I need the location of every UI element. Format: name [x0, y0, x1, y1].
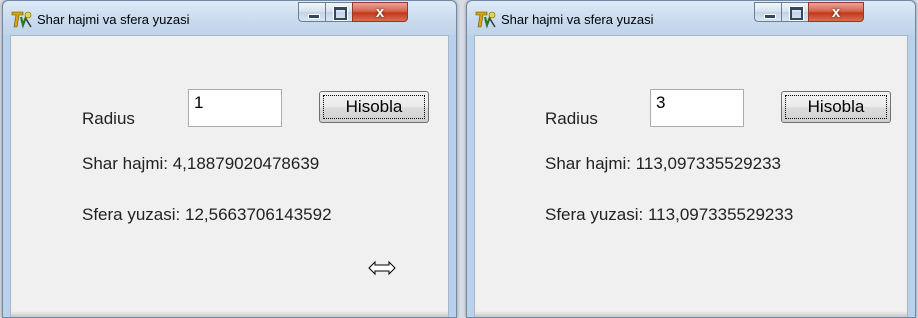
client-area: Radius 1 Hisobla Shar hajmi: 4,188790204…	[10, 35, 449, 317]
window-controls: x	[298, 2, 408, 24]
calculate-button-label: Hisobla	[323, 95, 425, 119]
calculate-button[interactable]: Hisobla	[781, 91, 891, 123]
minimize-icon	[308, 14, 320, 19]
minimize-icon	[764, 14, 776, 19]
radius-label: Radius	[545, 109, 598, 128]
app-icon	[11, 11, 32, 29]
close-icon: x	[375, 4, 385, 21]
minimize-button[interactable]	[754, 2, 782, 22]
radius-input[interactable]: 1	[188, 89, 282, 127]
maximize-icon	[790, 7, 803, 20]
minimize-button[interactable]	[298, 2, 326, 22]
radius-input[interactable]: 3	[650, 89, 744, 127]
window-title: Shar hajmi va sfera yuzasi	[37, 12, 190, 27]
resize-horizontal-icon	[368, 260, 396, 276]
calculator-window-1: Shar hajmi va sfera yuzasi x Radius 1 Hi…	[2, 0, 457, 318]
calculate-button[interactable]: Hisobla	[319, 91, 429, 123]
calculator-window-2: Shar hajmi va sfera yuzasi x Radius 3 Hi…	[466, 0, 916, 318]
window-title: Shar hajmi va sfera yuzasi	[501, 12, 654, 27]
title-bar[interactable]: Shar hajmi va sfera yuzasi x	[467, 1, 915, 35]
volume-result: Shar hajmi: 4,18879020478639	[82, 154, 320, 173]
close-button[interactable]: x	[352, 2, 408, 22]
close-icon: x	[831, 4, 841, 21]
window-bottom-edge	[475, 311, 907, 317]
area-result: Sfera yuzasi: 12,5663706143592	[82, 205, 332, 224]
client-area: Radius 3 Hisobla Shar hajmi: 113,0973355…	[474, 35, 908, 317]
app-icon	[475, 11, 496, 29]
radius-label: Radius	[82, 109, 135, 128]
maximize-icon	[334, 7, 347, 20]
title-bar[interactable]: Shar hajmi va sfera yuzasi x	[3, 1, 456, 35]
close-button[interactable]: x	[808, 2, 864, 22]
window-controls: x	[754, 2, 864, 24]
area-result: Sfera yuzasi: 113,097335529233	[545, 205, 794, 224]
maximize-button[interactable]	[325, 2, 353, 22]
window-bottom-edge	[11, 311, 448, 317]
volume-result: Shar hajmi: 113,097335529233	[545, 154, 781, 173]
calculate-button-label: Hisobla	[785, 95, 887, 119]
maximize-button[interactable]	[781, 2, 809, 22]
